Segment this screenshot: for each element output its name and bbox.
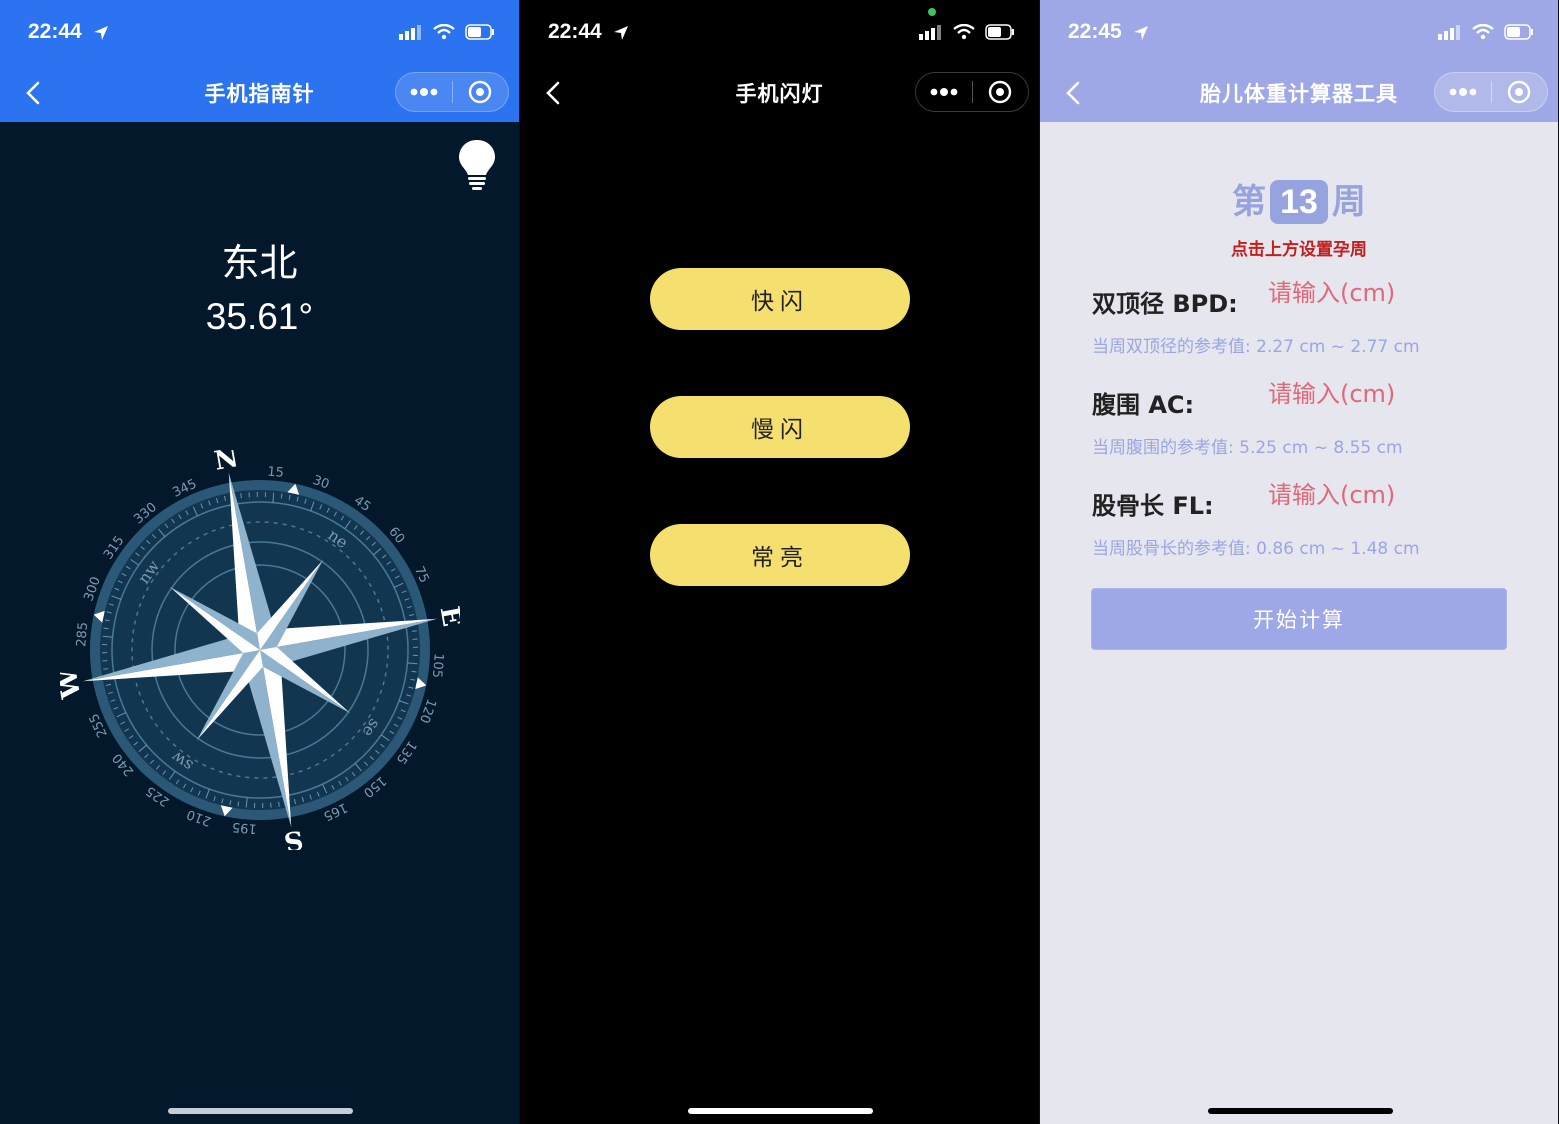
compass-dial: 15 30 45 60 75 105 120 135 150 165 195 210 225 240 255… (52, 443, 466, 856)
fl-reference: 当周股骨长的参考值: 0.86 cm ~ 1.48 cm (1092, 539, 1420, 559)
more-dots-icon[interactable] (1435, 73, 1491, 111)
fl-label: 股骨长 FL: (1092, 492, 1214, 520)
ac-label: 腹围 AC: (1092, 391, 1195, 419)
battery-icon (1504, 24, 1534, 44)
steady-light-button[interactable]: 常亮 (650, 524, 910, 586)
home-indicator[interactable] (1208, 1108, 1393, 1114)
status-bar: 22:44 (0, 0, 519, 66)
home-indicator[interactable] (688, 1108, 873, 1114)
compass-tick-label: 15 (267, 464, 285, 480)
more-dots-icon[interactable] (396, 73, 452, 111)
ac-input[interactable] (1266, 379, 1558, 409)
week-number-badge[interactable]: 13 (1270, 180, 1328, 224)
nav-bar: 手机闪灯 (520, 66, 1039, 122)
flashlight-screen: 22:44 手机闪灯 快闪 慢闪 常亮 (520, 0, 1039, 1124)
start-calculation-button[interactable]: 开始计算 (1091, 588, 1507, 650)
fl-input[interactable] (1266, 480, 1558, 510)
compass-tick-label: 195 (231, 819, 257, 836)
bpd-label: 双顶径 BPD: (1092, 290, 1238, 318)
lightbulb-icon[interactable] (457, 138, 497, 194)
status-time: 22:44 (28, 20, 82, 43)
close-target-icon[interactable] (1492, 73, 1548, 111)
location-arrow-icon (1132, 24, 1150, 46)
close-target-icon[interactable] (973, 73, 1029, 111)
compass-tick-label: 285 (74, 621, 91, 647)
close-target-icon[interactable] (453, 73, 509, 111)
status-bar: 22:45 (1040, 0, 1558, 66)
cellular-signal-icon (919, 24, 943, 44)
status-time: 22:45 (1068, 20, 1122, 43)
bpd-reference: 当周双顶径的参考值: 2.27 cm ~ 2.77 cm (1092, 337, 1420, 357)
cellular-signal-icon (399, 24, 423, 44)
set-week-hint: 点击上方设置孕周 (1231, 240, 1367, 260)
week-prefix: 第 (1232, 182, 1267, 222)
mini-program-capsule (915, 72, 1029, 112)
week-suffix: 周 (1331, 182, 1366, 222)
nav-bar: 胎儿体重计算器工具 (1040, 66, 1558, 122)
compass-screen: 22:44 手机指南针 东北 35.61° 15 30 45 60 75 105… (0, 0, 519, 1124)
ac-reference: 当周腹围的参考值: 5.25 cm ~ 8.55 cm (1092, 438, 1403, 458)
slow-flash-button[interactable]: 慢闪 (650, 396, 910, 458)
location-arrow-icon (92, 24, 110, 46)
fast-flash-button[interactable]: 快闪 (650, 268, 910, 330)
mini-program-capsule (1434, 72, 1548, 112)
battery-icon (465, 24, 495, 44)
wifi-icon (433, 23, 455, 44)
bpd-input[interactable] (1266, 278, 1558, 308)
more-dots-icon[interactable] (916, 73, 972, 111)
degree-readout: 35.61° (205, 296, 314, 337)
status-bar: 22:44 (520, 0, 1039, 66)
compass-cardinal-label: E (434, 604, 460, 629)
status-time: 22:44 (548, 20, 602, 43)
mini-program-capsule (395, 72, 509, 112)
compass-cardinal-label: N (212, 450, 241, 477)
fetal-weight-screen: 22:45 胎儿体重计算器工具 第13周 点击上方设置孕周 双顶径 BPD: (1040, 0, 1558, 1124)
direction-label: 东北 (221, 241, 298, 285)
wifi-icon (1472, 23, 1494, 44)
cellular-signal-icon (1438, 24, 1462, 44)
compass-tick-label: 105 (429, 652, 446, 678)
battery-icon (985, 24, 1015, 44)
home-indicator[interactable] (168, 1108, 353, 1114)
wifi-icon (953, 23, 975, 44)
compass-cardinal-label: W (60, 666, 87, 702)
gestation-week-selector[interactable]: 第 13 周 (1040, 174, 1558, 224)
location-arrow-icon (612, 24, 630, 46)
nav-bar: 手机指南针 (0, 66, 519, 122)
compass-cardinal-label: S (282, 824, 306, 850)
